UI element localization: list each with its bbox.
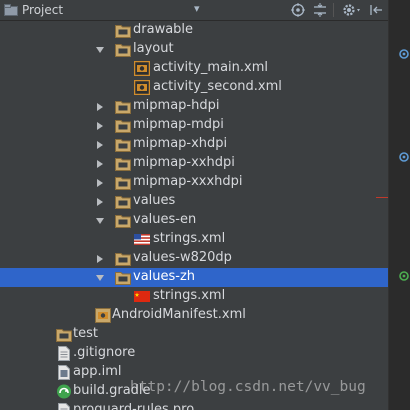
tree-item-label: values-zh [133,269,196,284]
folder-icon [115,156,131,171]
tree-item[interactable]: values-w820dp [0,249,388,268]
folder-icon [115,213,131,228]
folder-icon [115,99,131,114]
tree-item[interactable]: activity_main.xml [0,59,388,78]
chevron-right-icon[interactable] [95,140,105,150]
tree-item-label: activity_main.xml [153,60,269,75]
layout-xml-icon [134,80,150,95]
tree-item-label: mipmap-mdpi [133,117,224,132]
us-flag-icon [134,234,150,249]
chevron-right-icon[interactable] [95,178,105,188]
tree-item[interactable]: activity_second.xml [0,78,388,97]
tree-item-label: values [133,193,176,208]
manifest-icon [95,308,111,323]
gradle-icon [56,384,72,399]
chevron-right-icon[interactable] [95,197,105,207]
folder-icon [115,251,131,266]
tree-item[interactable]: proguard-rules.pro [0,401,388,410]
chevron-right-icon[interactable] [95,121,105,131]
folder-icon [115,42,131,57]
tree-item[interactable]: mipmap-hdpi [0,97,388,116]
tree-item-label: mipmap-xxxhdpi [133,174,243,189]
chevron-down-icon[interactable] [95,45,105,55]
project-view-icon [4,4,18,19]
project-tree: drawable layout activity_main.xml activity_… [0,20,388,410]
tree-item[interactable]: strings.xml [0,230,388,249]
tree-item[interactable]: values-en [0,211,388,230]
scroll-from-source-icon[interactable] [290,2,306,18]
tree-item[interactable]: values [0,192,388,211]
tree-item-label: strings.xml [153,231,226,246]
tree-item-label: app.iml [73,364,122,379]
chevron-right-icon[interactable] [95,254,105,264]
project-tool-window-header: Project ▾ [0,0,388,21]
tree-item-label: values-w820dp [133,250,232,265]
tree-item-label: strings.xml [153,288,226,303]
tree-item[interactable]: AndroidManifest.xml [0,306,388,325]
collapse-all-icon[interactable] [313,2,327,18]
override-marker-icon[interactable] [399,44,409,59]
settings-gear-icon[interactable] [341,2,363,18]
folder-icon [115,270,131,285]
text-file-icon [56,403,72,410]
folder-icon [115,194,131,209]
watermark: http://blog.csdn.net/vv_bug [130,379,366,395]
tree-item-label: .gitignore [73,345,136,360]
tree-item[interactable]: mipmap-xxhdpi [0,154,388,173]
tree-item-label: mipmap-hdpi [133,98,220,113]
folder-icon [115,23,131,38]
editor-gutter-strip [388,0,410,410]
tree-item[interactable]: mipmap-xxxhdpi [0,173,388,192]
project-view-title[interactable]: Project [22,3,63,17]
tree-item[interactable]: layout [0,40,388,59]
chevron-right-icon[interactable] [95,102,105,112]
folder-icon [115,118,131,133]
folder-icon [56,327,72,342]
tree-item[interactable]: .gitignore [0,344,388,363]
iml-file-icon [56,365,72,380]
tree-item-label: layout [133,41,174,56]
tree-item[interactable]: mipmap-xhdpi [0,135,388,154]
tree-item[interactable]: strings.xml [0,287,388,306]
tree-item[interactable]: values-zh [0,268,388,287]
header-separator [333,3,334,17]
tree-item-label: proguard-rules.pro [73,402,195,410]
china-flag-icon [134,291,150,306]
override-marker-icon[interactable] [399,147,409,162]
chevron-right-icon[interactable] [95,159,105,169]
implemented-marker-icon[interactable] [399,266,409,281]
folder-icon [115,175,131,190]
tree-item-label: test [73,326,98,341]
tree-item-label: values-en [133,212,197,227]
chevron-down-icon[interactable] [95,273,105,283]
folder-icon [115,137,131,152]
tree-item-label: activity_second.xml [153,79,282,94]
tree-item[interactable]: test [0,325,388,344]
view-mode-dropdown-chevron-icon[interactable]: ▾ [194,2,200,15]
tree-item[interactable]: drawable [0,21,388,40]
text-file-icon [56,346,72,361]
chevron-down-icon[interactable] [95,216,105,226]
tree-item-label: mipmap-xxhdpi [133,155,235,170]
tree-item-label: mipmap-xhdpi [133,136,228,151]
tree-item[interactable]: mipmap-mdpi [0,116,388,135]
tree-item-label: AndroidManifest.xml [112,307,246,322]
hide-panel-icon[interactable] [368,2,384,18]
layout-xml-icon [134,61,150,76]
tree-item-label: drawable [133,22,194,37]
